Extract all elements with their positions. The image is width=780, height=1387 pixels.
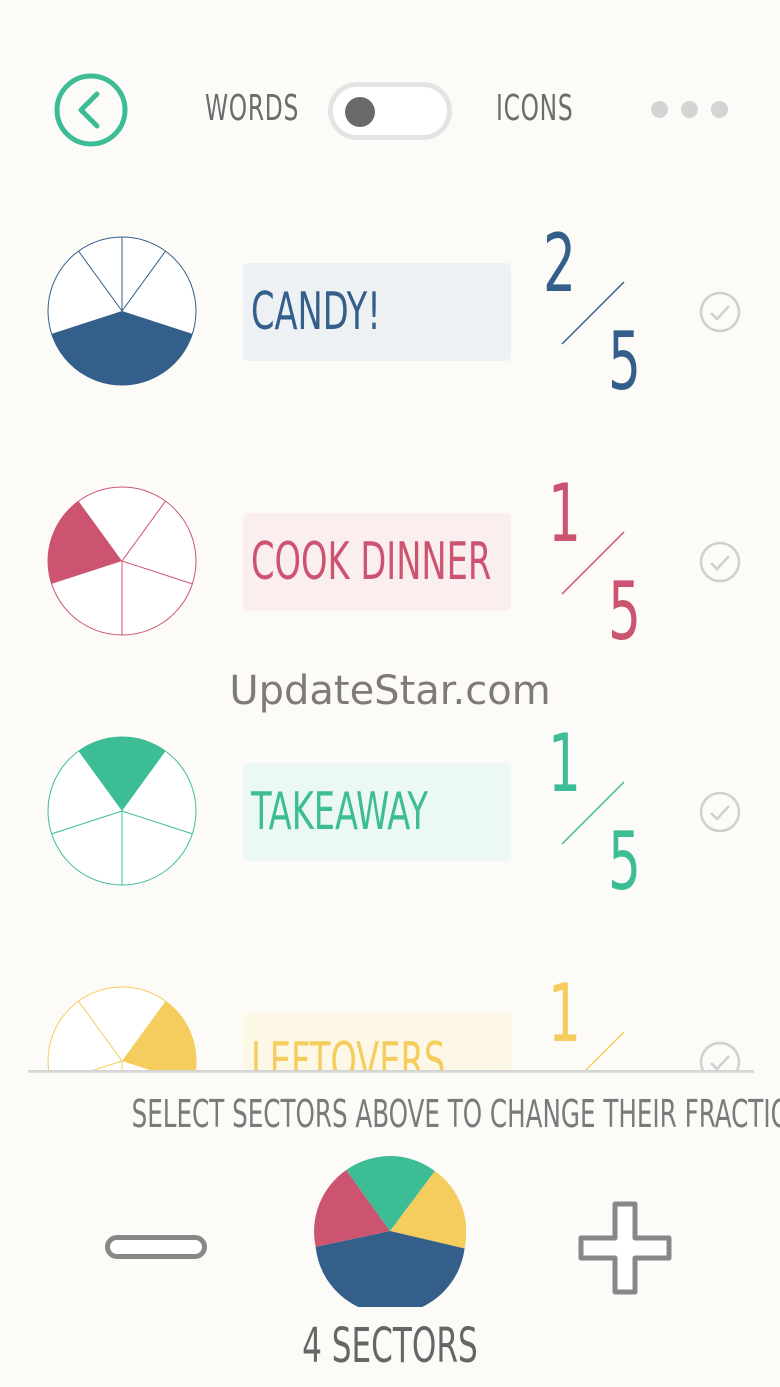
watermark: UpdateStar.com	[229, 668, 551, 714]
fraction-pie[interactable]	[45, 734, 199, 888]
instruction-text: SELECT SECTORS ABOVE TO CHANGE THEIR FRA…	[131, 1092, 780, 1136]
list-item: COOK DINNER 1 5	[0, 462, 780, 662]
fraction-denominator: 5	[608, 815, 641, 908]
icons-label: ICONS	[496, 88, 574, 129]
back-icon[interactable]	[53, 72, 129, 148]
toggle-knob	[345, 97, 375, 127]
item-label[interactable]: CANDY!	[243, 263, 511, 361]
minus-button[interactable]	[105, 1235, 207, 1259]
item-label-text: TAKEAWAY	[251, 782, 429, 842]
fraction-denominator: 5	[608, 565, 641, 658]
item-label-text: COOK DINNER	[251, 532, 492, 592]
top-bar: WORDS ICONS	[0, 0, 780, 200]
item-label[interactable]: COOK DINNER	[243, 513, 511, 611]
item-label-text: CANDY!	[251, 282, 381, 342]
check-icon[interactable]	[699, 291, 741, 333]
check-icon[interactable]	[699, 541, 741, 583]
words-icons-toggle[interactable]	[328, 82, 452, 140]
sectors-pie	[314, 1156, 466, 1307]
list-item: CANDY! 2 5	[0, 212, 780, 412]
words-label: WORDS	[205, 88, 299, 129]
list-item: TAKEAWAY 1 5	[0, 712, 780, 912]
fraction-denominator: 5	[608, 315, 641, 408]
more-dot	[711, 101, 728, 118]
more-dot	[651, 101, 668, 118]
check-icon[interactable]	[699, 791, 741, 833]
plus-button[interactable]	[576, 1199, 674, 1297]
fraction-pie[interactable]	[45, 234, 199, 388]
more-dot	[681, 101, 698, 118]
fraction-pie[interactable]	[45, 484, 199, 638]
item-label[interactable]: TAKEAWAY	[243, 763, 511, 861]
sectors-count-label: 4 SECTORS	[302, 1318, 478, 1374]
